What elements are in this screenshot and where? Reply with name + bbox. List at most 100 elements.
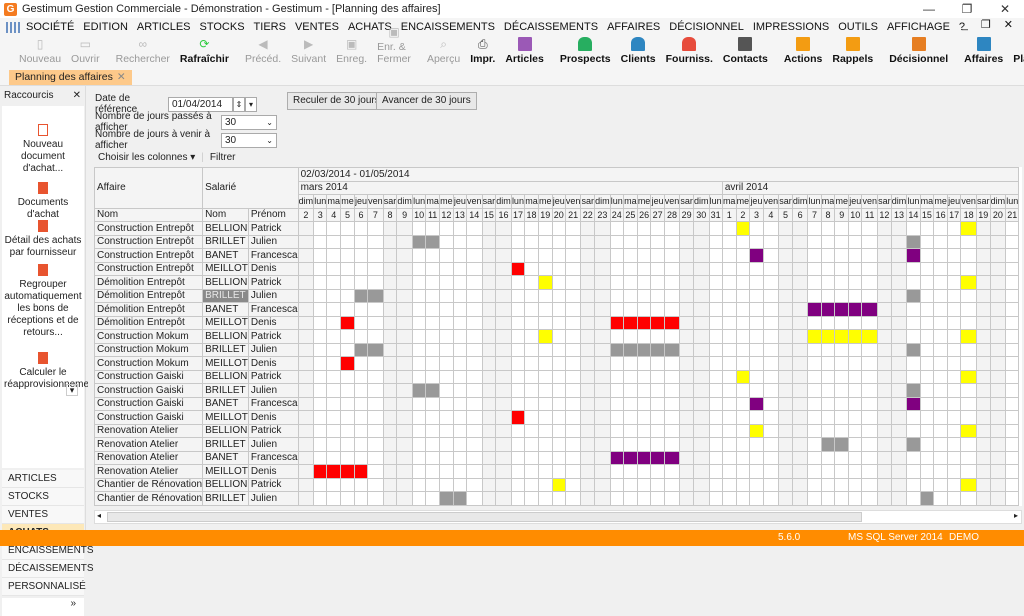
- planning-cell[interactable]: [975, 369, 991, 384]
- table-row[interactable]: Chantier de Rénovation BRILLET Julien: [94, 491, 1022, 506]
- planning-cell[interactable]: [537, 464, 553, 479]
- planning-cell[interactable]: [890, 450, 908, 465]
- planning-mark-purple[interactable]: [663, 450, 681, 465]
- planning-cell[interactable]: [693, 302, 710, 317]
- planning-cell[interactable]: [551, 410, 566, 425]
- planning-cell[interactable]: [861, 437, 878, 452]
- planning-cell[interactable]: [749, 342, 764, 357]
- planning-cell[interactable]: [367, 369, 384, 384]
- planning-mark-yellow[interactable]: [735, 369, 751, 384]
- toolbar-button-prospects[interactable]: Prospects: [555, 36, 616, 68]
- planning-cell[interactable]: [876, 329, 892, 344]
- planning-cell[interactable]: [396, 464, 413, 479]
- planning-cell[interactable]: [820, 275, 836, 290]
- planning-cell[interactable]: [778, 234, 793, 249]
- planning-cell[interactable]: [481, 275, 497, 290]
- planning-cell[interactable]: [622, 491, 638, 506]
- toolbar-button-articles[interactable]: Articles: [500, 36, 549, 68]
- planning-cell[interactable]: [452, 356, 468, 371]
- planning-cell[interactable]: [975, 221, 991, 236]
- planning-cell[interactable]: [564, 302, 582, 317]
- planning-cell[interactable]: [650, 477, 665, 492]
- planning-cell[interactable]: [762, 423, 780, 438]
- planning-cell[interactable]: [876, 410, 892, 425]
- planning-cell[interactable]: [340, 275, 355, 290]
- planning-cell[interactable]: [313, 342, 328, 357]
- toolbar-button-refresh[interactable]: ⟳ Rafraîchir: [175, 36, 234, 68]
- planning-cell[interactable]: [890, 275, 908, 290]
- planning-cell[interactable]: [425, 275, 440, 290]
- planning-cell[interactable]: [466, 302, 483, 317]
- planning-cell[interactable]: [297, 396, 315, 411]
- planning-cell[interactable]: [807, 396, 822, 411]
- planning-cell[interactable]: [524, 423, 539, 438]
- planning-cell[interactable]: [778, 356, 793, 371]
- planning-cell[interactable]: [537, 369, 553, 384]
- planning-cell[interactable]: [890, 248, 908, 263]
- planning-cell[interactable]: [340, 410, 355, 425]
- planning-cell[interactable]: [693, 396, 710, 411]
- planning-cell[interactable]: [989, 423, 1007, 438]
- planning-cell[interactable]: [466, 369, 483, 384]
- planning-cell[interactable]: [820, 221, 836, 236]
- planning-cell[interactable]: [510, 383, 526, 398]
- planning-cell[interactable]: [367, 491, 384, 506]
- salarie-nom-cell[interactable]: BRILLET: [202, 437, 249, 452]
- planning-cell[interactable]: [708, 450, 723, 465]
- planning-cell[interactable]: [326, 423, 342, 438]
- salarie-nom-cell[interactable]: BELLION: [202, 477, 249, 492]
- planning-cell[interactable]: [353, 356, 369, 371]
- planning-cell[interactable]: [510, 437, 526, 452]
- planning-cell[interactable]: [438, 248, 454, 263]
- planning-cell[interactable]: [510, 423, 526, 438]
- planning-cell[interactable]: [537, 356, 553, 371]
- restore-button[interactable]: ❐: [948, 0, 986, 18]
- planning-cell[interactable]: [495, 234, 512, 249]
- planning-cell[interactable]: [708, 315, 723, 330]
- planning-cell[interactable]: [452, 329, 468, 344]
- planning-cell[interactable]: [876, 423, 892, 438]
- planning-cell[interactable]: [594, 450, 611, 465]
- planning-cell[interactable]: [466, 356, 483, 371]
- column-header-prenom[interactable]: Prénom: [247, 207, 299, 222]
- planning-cell[interactable]: [735, 410, 751, 425]
- planning-cell[interactable]: [551, 329, 566, 344]
- planning-cell[interactable]: [353, 423, 369, 438]
- planning-mark-grey[interactable]: [636, 342, 652, 357]
- planning-cell[interactable]: [382, 410, 398, 425]
- planning-cell[interactable]: [564, 261, 582, 276]
- planning-cell[interactable]: [679, 302, 694, 317]
- planning-cell[interactable]: [1005, 234, 1020, 249]
- planning-cell[interactable]: [749, 369, 764, 384]
- planning-cell[interactable]: [313, 450, 328, 465]
- planning-cell[interactable]: [396, 248, 413, 263]
- future-days-select[interactable]: 30 ⌄: [221, 132, 277, 148]
- planning-cell[interactable]: [663, 288, 681, 303]
- planning-cell[interactable]: [551, 491, 566, 506]
- planning-cell[interactable]: [481, 302, 497, 317]
- table-row[interactable]: Construction Gaiski BANET Francesca: [94, 396, 1022, 411]
- planning-cell[interactable]: [481, 491, 497, 506]
- planning-cell[interactable]: [791, 437, 809, 452]
- planning-cell[interactable]: [975, 410, 991, 425]
- planning-cell[interactable]: [564, 288, 582, 303]
- planning-cell[interactable]: [906, 464, 921, 479]
- planning-cell[interactable]: [367, 302, 384, 317]
- planning-cell[interactable]: [721, 437, 737, 452]
- planning-mark-yellow[interactable]: [848, 329, 863, 344]
- planning-cell[interactable]: [594, 315, 611, 330]
- planning-cell[interactable]: [876, 437, 892, 452]
- planning-cell[interactable]: [622, 329, 638, 344]
- planning-cell[interactable]: [807, 464, 822, 479]
- menu-item-affaires[interactable]: AFFAIRES: [607, 21, 660, 33]
- planning-cell[interactable]: [466, 261, 483, 276]
- planning-cell[interactable]: [848, 248, 863, 263]
- sidebar-close-icon[interactable]: ✕: [73, 90, 81, 101]
- planning-cell[interactable]: [650, 410, 665, 425]
- planning-cell[interactable]: [861, 315, 878, 330]
- planning-cell[interactable]: [947, 315, 962, 330]
- planning-cell[interactable]: [396, 410, 413, 425]
- planning-cell[interactable]: [933, 450, 949, 465]
- planning-cell[interactable]: [778, 248, 793, 263]
- planning-cell[interactable]: [537, 410, 553, 425]
